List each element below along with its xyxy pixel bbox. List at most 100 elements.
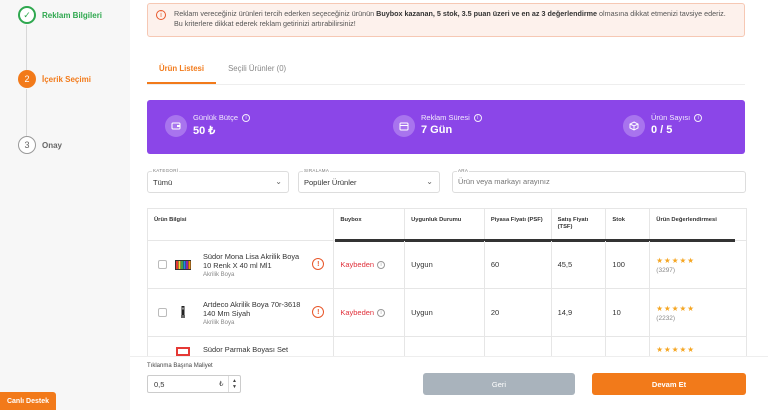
product-name[interactable]: Südor Parmak Boyası Set — [203, 345, 303, 354]
table-header: Ürün Bilgisi Buybox Uygunluk Durumu Piya… — [148, 209, 746, 241]
column-header[interactable]: Piyasa Fiyatı (PSF) — [485, 209, 552, 240]
info-icon[interactable]: i — [242, 113, 251, 122]
calendar-icon — [393, 115, 415, 137]
check-icon: ✓ — [18, 6, 36, 24]
tab-bar: Ürün Listesi Seçili Ürünler (0) — [147, 60, 298, 84]
filter-caption: ARA — [457, 168, 470, 173]
step-label: İçerik Seçimi — [42, 74, 91, 84]
column-header[interactable]: Satış Fiyatı (TSF) — [552, 209, 607, 240]
row-checkbox[interactable] — [158, 260, 167, 269]
product-cell: Südor Mona Lisa Akrilik Boya 10 Renk X 4… — [148, 241, 335, 288]
column-header[interactable]: Uygunluk Durumu — [405, 209, 485, 240]
status-cell: Uygun — [405, 241, 485, 288]
info-alert: i Reklam vereceğiniz ürünleri tercih ede… — [147, 3, 745, 37]
step-icerik-secimi[interactable]: 2 İçerik Seçimi — [18, 70, 91, 88]
star-rating: ★★★★★ — [656, 255, 695, 265]
alert-text: Reklam vereceğiniz ürünleri tercih ederk… — [174, 9, 726, 28]
rating-cell: ★★★★★ — [650, 337, 746, 357]
stat-value: 50 ₺ — [193, 125, 216, 137]
stat-product-count: Ürün Sayısı i 0 / 5 — [623, 113, 703, 137]
stat-label: Ürün Sayısı — [651, 113, 691, 122]
continue-button[interactable]: Devam Et — [592, 373, 746, 395]
chevron-down-icon[interactable]: ▼ — [232, 384, 237, 390]
filter-value: Tümü — [153, 178, 173, 187]
column-header[interactable]: Ürün Değerlendirmesi — [650, 209, 746, 240]
info-icon[interactable]: i — [377, 260, 386, 269]
main-panel: i Reklam vereceğiniz ürünleri tercih ede… — [130, 0, 768, 410]
tsf-cell — [552, 337, 607, 357]
column-header[interactable]: Stok — [606, 209, 651, 240]
psf-cell: 60 — [485, 241, 552, 288]
step-onay[interactable]: 3 Onay — [18, 136, 62, 154]
psf-cell: 20 — [485, 289, 552, 336]
review-count: (2232) — [656, 314, 676, 322]
status-cell — [405, 337, 485, 357]
step-label: Onay — [42, 140, 63, 150]
rating-cell: ★★★★★ (3297) — [650, 241, 746, 288]
table-row: Südor Mona Lisa Akrilik Boya 10 Renk X 4… — [148, 241, 746, 289]
product-cell: Artdeco Akrilik Boya 70r-3618 140 Mm Siy… — [148, 289, 335, 336]
tab-secili-urunler[interactable]: Seçili Ürünler (0) — [216, 60, 298, 84]
stat-label: Reklam Süresi — [421, 113, 470, 122]
info-icon: i — [156, 10, 166, 20]
bottom-action-bar: Tıklanma Başına Maliyet 0,5 ₺ ▲ ▼ Geri D… — [130, 356, 768, 410]
product-table: Ürün Bilgisi Buybox Uygunluk Durumu Piya… — [147, 208, 747, 358]
search-input[interactable] — [458, 177, 738, 186]
stat-duration: Reklam Süresi i 7 Gün — [393, 113, 482, 137]
step-connector — [26, 25, 27, 73]
category-select[interactable]: KATEGORİ Tümü ⌄ — [147, 168, 289, 193]
status-cell: Uygun — [405, 289, 485, 336]
back-button[interactable]: Geri — [423, 373, 575, 395]
product-name[interactable]: Artdeco Akrilik Boya 70r-3618 140 Mm Siy… — [203, 300, 303, 318]
psf-cell — [485, 337, 552, 357]
filter-caption: SIRALAMA — [303, 168, 331, 173]
cpc-stepper[interactable]: ▲ ▼ — [228, 376, 240, 392]
buybox-status: Kaybeden — [340, 260, 375, 269]
filter-value: Popüler Ürünler — [304, 178, 357, 187]
stat-budget: Günlük Bütçe i 50 ₺ — [165, 113, 251, 137]
column-header[interactable]: Buybox — [334, 209, 406, 240]
tsf-cell: 14,9 — [552, 289, 607, 336]
tsf-cell: 45,5 — [552, 241, 607, 288]
tab-urun-listesi[interactable]: Ürün Listesi — [147, 60, 217, 84]
live-support-button[interactable]: Canlı Destek — [0, 392, 56, 410]
buybox-cell: Kaybeden i — [334, 289, 406, 336]
row-checkbox[interactable] — [158, 308, 167, 317]
sort-select[interactable]: SIRALAMA Popüler Ürünler ⌄ — [298, 168, 440, 193]
column-header[interactable]: Ürün Bilgisi — [148, 209, 335, 240]
stat-value: 0 / 5 — [651, 124, 673, 136]
stock-cell: 100 — [606, 241, 651, 288]
buybox-cell — [334, 337, 406, 357]
review-count: (3297) — [656, 266, 676, 274]
warning-icon[interactable]: ! — [312, 306, 325, 318]
wallet-icon — [165, 115, 187, 137]
buybox-status: Kaybeden — [340, 308, 375, 317]
buybox-cell: Kaybeden i — [334, 241, 406, 288]
stock-cell — [606, 337, 651, 357]
chevron-down-icon: ⌄ — [426, 177, 433, 186]
cpc-value: 0,5 — [154, 380, 165, 389]
summary-banner: Günlük Bütçe i 50 ₺ Reklam Süresi i 7 Gün … — [147, 100, 745, 154]
info-icon[interactable]: i — [473, 113, 482, 122]
cpc-input[interactable]: 0,5 ₺ ▲ ▼ — [147, 375, 241, 393]
step-reklam-bilgileri[interactable]: ✓ Reklam Bilgileri — [18, 6, 102, 24]
box-icon — [623, 115, 645, 137]
star-rating: ★★★★★ — [656, 345, 695, 354]
tab-divider — [147, 84, 745, 85]
info-icon[interactable]: i — [694, 113, 703, 122]
product-brand: Akrilik Boya — [203, 271, 235, 278]
product-name[interactable]: Südor Mona Lisa Akrilik Boya 10 Renk X 4… — [203, 252, 303, 270]
table-row: Artdeco Akrilik Boya 70r-3618 140 Mm Siy… — [148, 289, 746, 337]
stepper-sidebar: ✓ Reklam Bilgileri 2 İçerik Seçimi 3 Ona… — [0, 0, 130, 410]
step-label: Reklam Bilgileri — [42, 10, 103, 20]
filter-caption: KATEGORİ — [152, 168, 180, 173]
warning-icon[interactable]: ! — [312, 258, 325, 270]
info-icon[interactable]: i — [377, 308, 386, 317]
step-connector — [26, 89, 27, 137]
rating-cell: ★★★★★ (2232) — [650, 289, 746, 336]
product-thumbnail — [181, 305, 185, 318]
step-number: 2 — [18, 70, 36, 88]
stat-label: Günlük Bütçe — [193, 113, 239, 122]
step-number: 3 — [18, 136, 36, 154]
product-thumbnail — [175, 259, 191, 270]
